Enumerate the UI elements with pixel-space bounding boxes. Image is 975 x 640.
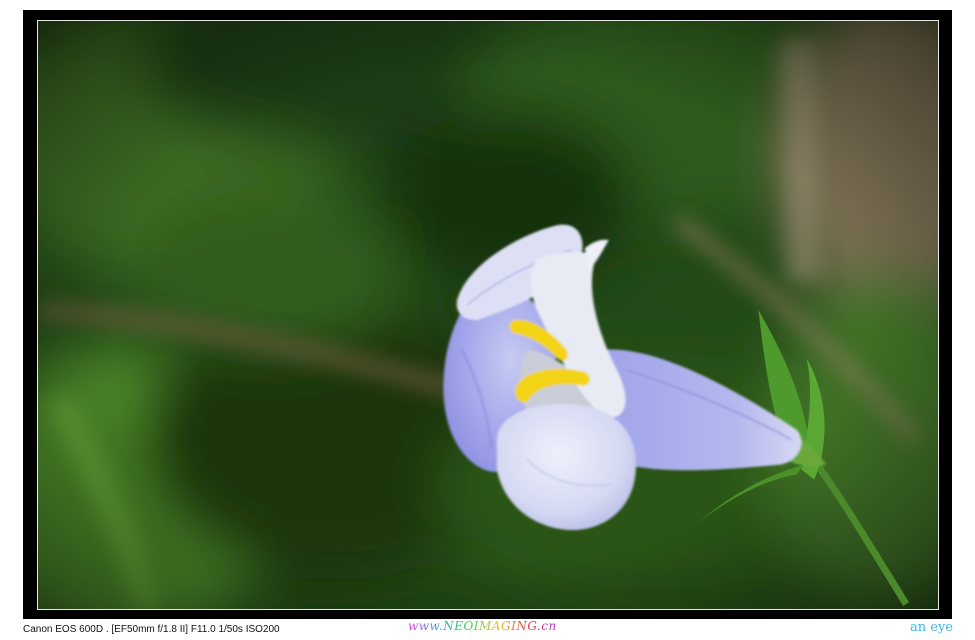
site-watermark: www.NEOIMAGING.cn bbox=[408, 619, 557, 633]
caption-bar: Canon EOS 600D . [EF50mm f/1.8 II] F11.0… bbox=[0, 619, 975, 640]
flower-photo bbox=[38, 21, 938, 609]
exif-caption: Canon EOS 600D . [EF50mm f/1.8 II] F11.0… bbox=[23, 624, 280, 635]
photographer-signature: an eye bbox=[910, 620, 953, 635]
photo-border bbox=[37, 20, 939, 610]
photo-frame bbox=[23, 10, 952, 619]
